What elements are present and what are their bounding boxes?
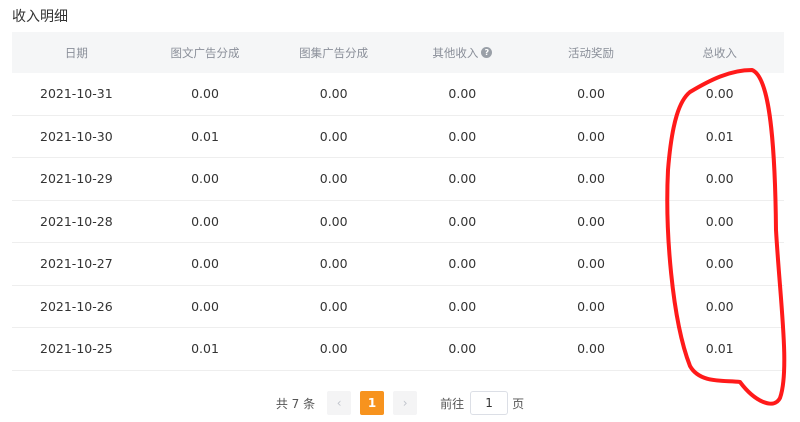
total-count: 共 7 条 bbox=[275, 396, 316, 411]
cell-article-ad-share: 0.00 bbox=[191, 213, 219, 229]
cell-article-ad-share: 0.01 bbox=[191, 341, 219, 357]
cell-other-income: 0.00 bbox=[448, 128, 477, 144]
cell-article-ad-share: 0.00 bbox=[191, 86, 219, 102]
table-row: 2021-10-26 0.00 0.00 0.00 0.00 0.00 bbox=[12, 286, 784, 328]
header-date: 日期 bbox=[64, 45, 88, 60]
table-row: 2021-10-29 0.00 0.00 0.00 0.00 0.00 bbox=[12, 158, 784, 201]
header-activity-reward: 活动奖励 bbox=[568, 45, 615, 60]
table-row: 2021-10-25 0.01 0.00 0.00 0.00 0.01 bbox=[12, 328, 784, 371]
cell-total-income: 0.00 bbox=[705, 86, 734, 102]
cell-gallery-ad-share: 0.00 bbox=[319, 298, 348, 314]
cell-date: 2021-10-31 bbox=[40, 86, 113, 102]
cell-other-income: 0.00 bbox=[448, 171, 477, 187]
goto-label: 前往 bbox=[440, 396, 465, 411]
table-header: 日期 图文广告分成 图集广告分成 其他收入 ? 活动奖励 总收入 bbox=[12, 32, 784, 73]
cell-total-income: 0.01 bbox=[705, 341, 734, 357]
cell-total-income: 0.01 bbox=[705, 128, 734, 144]
cell-article-ad-share: 0.01 bbox=[191, 128, 219, 144]
cell-total-income: 0.00 bbox=[705, 298, 734, 314]
table-row: 2021-10-27 0.00 0.00 0.00 0.00 0.00 bbox=[12, 243, 784, 286]
cell-date: 2021-10-26 bbox=[40, 298, 113, 314]
pagination: 共 7 条 ‹ 1 › 前往 页 bbox=[0, 391, 800, 415]
cell-other-income: 0.00 bbox=[448, 256, 477, 272]
cell-activity-reward: 0.00 bbox=[577, 256, 605, 272]
cell-article-ad-share: 0.00 bbox=[191, 298, 219, 314]
table-row: 2021-10-31 0.00 0.00 0.00 0.00 0.00 bbox=[12, 73, 784, 116]
cell-total-income: 0.00 bbox=[705, 171, 734, 187]
table-row: 2021-10-28 0.00 0.00 0.00 0.00 0.00 bbox=[12, 201, 784, 243]
header-total-income: 总收入 bbox=[702, 45, 737, 60]
cell-other-income: 0.00 bbox=[448, 86, 477, 102]
cell-date: 2021-10-28 bbox=[40, 213, 113, 229]
cell-activity-reward: 0.00 bbox=[577, 213, 605, 229]
header-gallery-ad-share: 图集广告分成 bbox=[299, 45, 369, 60]
page-title: 收入明细 bbox=[12, 9, 68, 25]
prev-page-icon[interactable]: ‹ bbox=[327, 391, 352, 415]
income-details-page: 收入明细 日期 图文广告分成 图集广告分成 其他收入 ? 活动奖励 总收入 20… bbox=[0, 0, 800, 422]
cell-date: 2021-10-27 bbox=[40, 256, 113, 272]
cell-activity-reward: 0.00 bbox=[577, 86, 605, 102]
cell-other-income: 0.00 bbox=[448, 213, 477, 229]
next-page-icon[interactable]: › bbox=[393, 391, 418, 415]
header-article-ad-share: 图文广告分成 bbox=[170, 45, 240, 60]
cell-activity-reward: 0.00 bbox=[577, 341, 605, 357]
cell-gallery-ad-share: 0.00 bbox=[319, 128, 348, 144]
cell-activity-reward: 0.00 bbox=[577, 298, 605, 314]
cell-gallery-ad-share: 0.00 bbox=[319, 86, 348, 102]
page-number-current[interactable]: 1 bbox=[360, 391, 385, 415]
cell-article-ad-share: 0.00 bbox=[191, 171, 219, 187]
table-row: 2021-10-30 0.01 0.00 0.00 0.00 0.01 bbox=[12, 116, 784, 158]
cell-date: 2021-10-29 bbox=[40, 171, 113, 187]
cell-total-income: 0.00 bbox=[705, 213, 734, 229]
cell-total-income: 0.00 bbox=[705, 256, 734, 272]
income-table: 日期 图文广告分成 图集广告分成 其他收入 ? 活动奖励 总收入 2021-10… bbox=[12, 32, 784, 371]
header-other-income: 其他收入 ? bbox=[398, 45, 527, 61]
cell-other-income: 0.00 bbox=[448, 341, 477, 357]
cell-activity-reward: 0.00 bbox=[577, 171, 605, 187]
goto-page-input[interactable] bbox=[470, 391, 509, 415]
cell-gallery-ad-share: 0.00 bbox=[319, 256, 348, 272]
cell-gallery-ad-share: 0.00 bbox=[319, 171, 348, 187]
cell-gallery-ad-share: 0.00 bbox=[319, 213, 348, 229]
cell-date: 2021-10-30 bbox=[40, 128, 113, 144]
cell-gallery-ad-share: 0.00 bbox=[319, 341, 348, 357]
cell-article-ad-share: 0.00 bbox=[191, 256, 219, 272]
cell-other-income: 0.00 bbox=[448, 298, 477, 314]
table-body: 2021-10-31 0.00 0.00 0.00 0.00 0.00 2021-10-30… bbox=[12, 73, 784, 371]
cell-activity-reward: 0.00 bbox=[577, 128, 605, 144]
help-icon[interactable]: ? bbox=[481, 47, 493, 58]
cell-date: 2021-10-25 bbox=[40, 341, 113, 357]
goto-suffix: 页 bbox=[512, 396, 525, 411]
